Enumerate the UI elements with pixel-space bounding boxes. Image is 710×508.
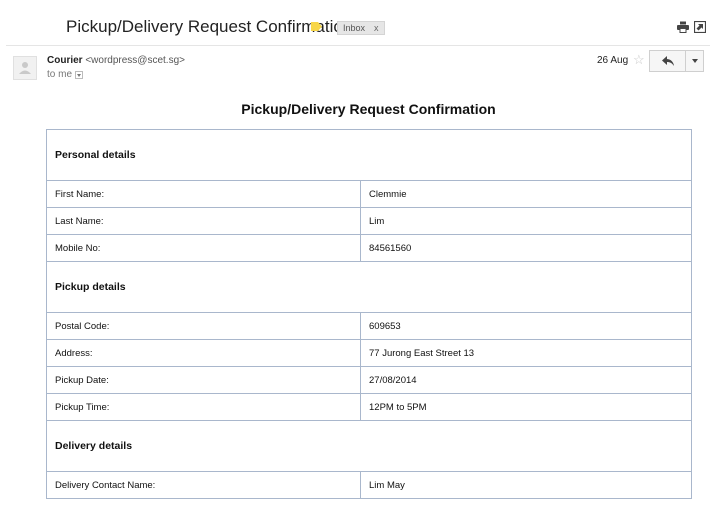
recipient-text: to me [47, 69, 73, 80]
person-icon [19, 62, 31, 74]
subject-bar: Pickup/Delivery Request Confirmation Inb… [0, 0, 710, 46]
table-row: Delivery Contact Name: Lim May [46, 471, 692, 499]
more-options-button[interactable] [686, 50, 704, 72]
header-divider [6, 45, 710, 46]
star-outline-icon[interactable]: ☆ [633, 53, 645, 67]
field-value: 609653 [360, 312, 692, 340]
field-label: Delivery Contact Name: [46, 471, 361, 499]
sender-line: Courier <wordpress@scet.sg> [47, 55, 185, 66]
table-row: Last Name: Lim [46, 207, 692, 235]
field-label: Pickup Date: [46, 366, 361, 394]
remove-label-button[interactable]: x [374, 23, 379, 33]
section-row: Pickup details [46, 261, 692, 313]
field-label: Pickup Time: [46, 393, 361, 421]
section-heading-personal: Personal details [46, 129, 692, 181]
section-row: Delivery details [46, 420, 692, 472]
field-label: Mobile No: [46, 234, 361, 262]
table-row: Pickup Date: 27/08/2014 [46, 366, 692, 394]
field-value: Lim May [360, 471, 692, 499]
sender-email: <wordpress@scet.sg> [85, 55, 185, 66]
field-value: 84561560 [360, 234, 692, 262]
reply-arrow-icon [661, 56, 674, 66]
print-icon[interactable] [677, 21, 689, 33]
field-label: First Name: [46, 180, 361, 208]
field-value: Clemmie [360, 180, 692, 208]
field-value: 27/08/2014 [360, 366, 692, 394]
email-body-title: Pickup/Delivery Request Confirmation [241, 101, 496, 117]
table-row: Mobile No: 84561560 [46, 234, 692, 262]
table-row: Address: 77 Jurong East Street 13 [46, 339, 692, 367]
field-value: 12PM to 5PM [360, 393, 692, 421]
table-row: Pickup Time: 12PM to 5PM [46, 393, 692, 421]
inbox-label-text: Inbox [343, 23, 366, 33]
sender-name[interactable]: Courier [47, 55, 83, 66]
label-tag-icon[interactable] [311, 22, 322, 31]
field-label: Address: [46, 339, 361, 367]
section-heading-pickup: Pickup details [46, 261, 692, 313]
field-value: 77 Jurong East Street 13 [360, 339, 692, 367]
table-row: Postal Code: 609653 [46, 312, 692, 340]
chevron-down-icon [691, 59, 698, 63]
sender-avatar[interactable] [13, 56, 37, 80]
recipient-line: to me [47, 69, 84, 80]
field-label: Postal Code: [46, 312, 361, 340]
request-details-table: Personal details First Name: Clemmie Las… [46, 129, 692, 499]
reply-button[interactable] [649, 50, 686, 72]
table-row: First Name: Clemmie [46, 180, 692, 208]
show-details-icon[interactable] [75, 70, 84, 79]
field-value: Lim [360, 207, 692, 235]
message-date: 26 Aug [597, 55, 629, 66]
section-heading-delivery: Delivery details [46, 420, 692, 472]
field-label: Last Name: [46, 207, 361, 235]
section-row: Personal details [46, 129, 692, 181]
email-subject: Pickup/Delivery Request Confirmation [66, 17, 353, 36]
reply-button-group [649, 50, 704, 72]
open-in-new-window-icon[interactable] [694, 21, 706, 33]
inbox-label-chip[interactable]: Inbox x [337, 21, 385, 35]
